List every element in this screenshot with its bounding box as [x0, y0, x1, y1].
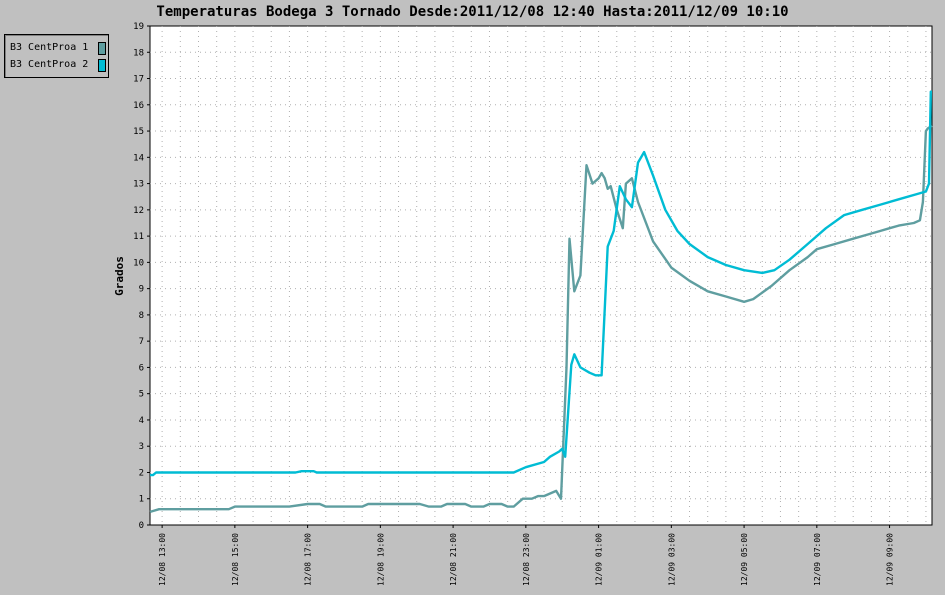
y-tick-label: 14	[133, 153, 144, 163]
y-tick-label: 13	[133, 180, 144, 190]
x-tick-label: 12/09 07:00	[813, 533, 822, 586]
x-tick-label: 12/08 23:00	[522, 533, 531, 586]
y-tick-label: 2	[139, 468, 144, 478]
x-tick-label: 12/08 19:00	[376, 533, 385, 586]
y-tick-label: 19	[133, 22, 144, 32]
y-tick-label: 0	[139, 521, 144, 531]
y-tick-label: 3	[139, 442, 144, 452]
x-tick-label: 12/08 21:00	[449, 533, 458, 586]
x-tick-label: 12/09 01:00	[595, 533, 604, 586]
x-tick-label: 12/09 09:00	[886, 533, 895, 586]
x-tick-label: 12/09 03:00	[667, 533, 676, 586]
x-tick-label: 12/08 17:00	[304, 533, 313, 586]
x-tick-label: 12/08 13:00	[158, 533, 167, 586]
y-tick-label: 4	[139, 416, 144, 426]
y-tick-label: 9	[139, 285, 144, 295]
y-tick-label: 11	[133, 232, 144, 242]
y-tick-label: 8	[139, 311, 144, 321]
y-tick-label: 12	[133, 206, 144, 216]
y-tick-label: 15	[133, 127, 144, 137]
y-tick-label: 18	[133, 48, 144, 58]
y-tick-label: 10	[133, 258, 144, 268]
plot-area: 012345678910111213141516171819 12/08 13:…	[113, 22, 933, 586]
y-tick-label: 17	[133, 75, 144, 85]
y-axis-label: Grados	[113, 256, 126, 296]
y-tick-label: 5	[139, 390, 144, 400]
y-tick-label: 6	[139, 363, 144, 373]
x-tick-label: 12/09 05:00	[740, 533, 749, 586]
x-tick-label: 12/08 15:00	[231, 533, 240, 586]
y-tick-label: 7	[139, 337, 144, 347]
y-tick-label: 1	[139, 495, 144, 505]
y-tick-label: 16	[133, 101, 144, 111]
plot-background	[149, 25, 933, 526]
